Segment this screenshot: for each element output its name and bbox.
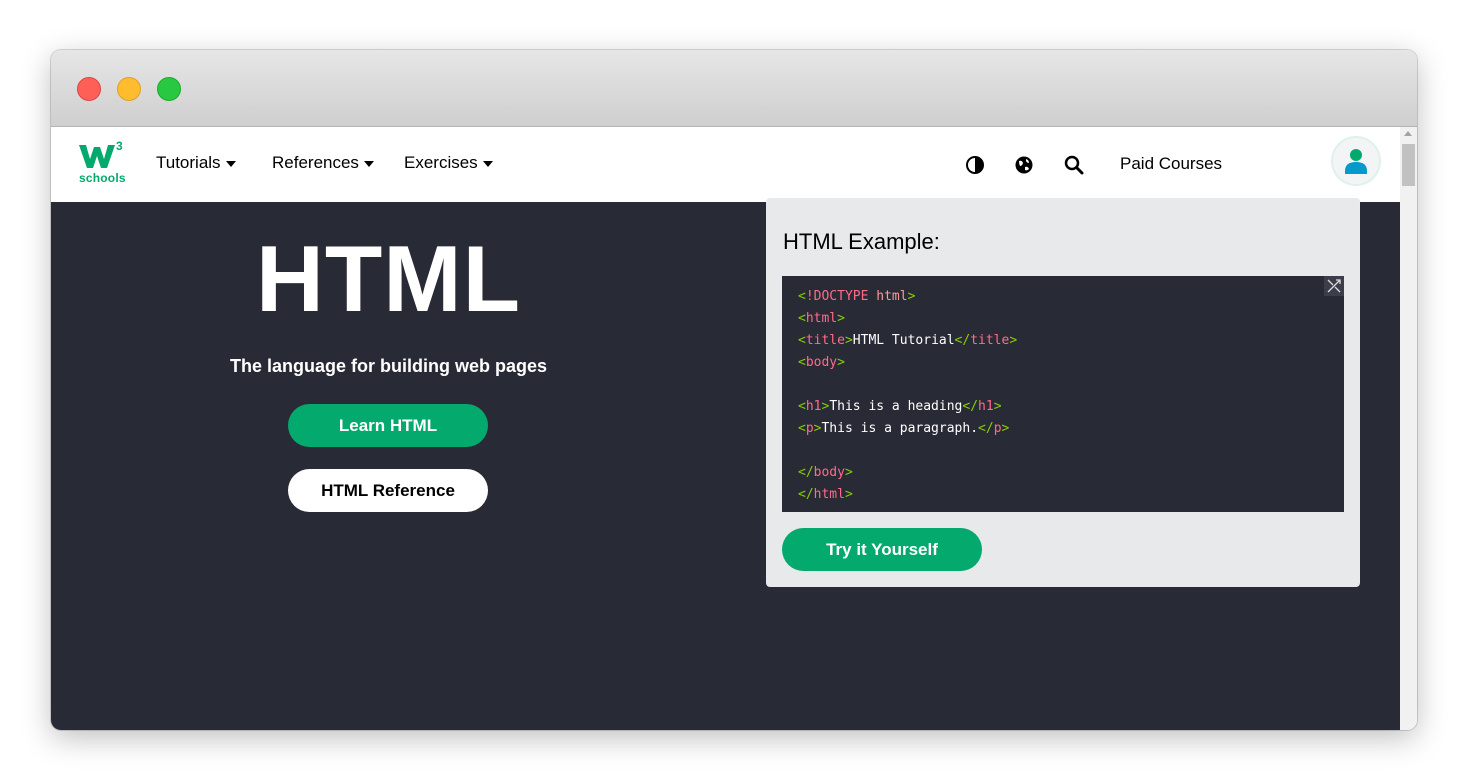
- html-example-panel: HTML Example: <!DOCTYPE html> <html> <titl…: [766, 198, 1360, 587]
- code-line: <p>This is a paragraph.</p>: [798, 421, 1010, 436]
- learn-html-button[interactable]: Learn HTML: [288, 404, 488, 447]
- try-it-yourself-button[interactable]: Try it Yourself: [782, 528, 982, 571]
- globe-icon[interactable]: [1014, 155, 1034, 175]
- minimize-window-button[interactable]: [117, 77, 141, 101]
- w3schools-logo[interactable]: 3 schools: [79, 139, 127, 187]
- code-line: <title>HTML Tutorial</title>: [798, 333, 1018, 348]
- user-avatar-button[interactable]: [1331, 136, 1381, 186]
- contrast-icon[interactable]: [965, 155, 985, 175]
- html-reference-button[interactable]: HTML Reference: [288, 469, 488, 512]
- nav-exercises-label: Exercises: [404, 153, 478, 172]
- paid-courses-link[interactable]: Paid Courses: [1120, 154, 1222, 174]
- nav-tutorials-label: Tutorials: [156, 153, 221, 172]
- caret-down-icon: [482, 160, 493, 167]
- logo-superscript: 3: [116, 139, 123, 153]
- title-bar: [51, 50, 1417, 127]
- page-content: 3 schools Tutorials References Exercises: [51, 127, 1400, 730]
- code-line: <body>: [798, 355, 845, 370]
- code-line: </html>: [798, 487, 853, 502]
- nav-exercises[interactable]: Exercises: [404, 153, 493, 173]
- zoom-window-button[interactable]: [157, 77, 181, 101]
- search-icon[interactable]: [1064, 155, 1084, 175]
- hero-subtitle: The language for building web pages: [229, 356, 548, 376]
- browser-window: 3 schools Tutorials References Exercises: [51, 50, 1417, 730]
- code-line: <!DOCTYPE html>: [798, 289, 916, 304]
- nav-references[interactable]: References: [272, 153, 374, 173]
- scroll-up-icon[interactable]: [1404, 131, 1412, 136]
- top-navbar: 3 schools Tutorials References Exercises: [51, 127, 1400, 202]
- code-lines: <!DOCTYPE html> <html> <title>HTML Tutoria…: [798, 286, 1017, 506]
- example-title: HTML Example:: [783, 229, 940, 254]
- vertical-scrollbar[interactable]: [1400, 127, 1417, 730]
- close-window-button[interactable]: [77, 77, 101, 101]
- nav-references-label: References: [272, 153, 359, 172]
- code-line: <html>: [798, 311, 845, 326]
- logo-w-icon: [79, 145, 115, 168]
- expand-icon[interactable]: [1324, 276, 1344, 296]
- code-line: </body>: [798, 465, 853, 480]
- code-line: <h1>This is a heading</h1>: [798, 399, 1002, 414]
- scroll-thumb[interactable]: [1402, 144, 1415, 186]
- user-icon: [1345, 149, 1367, 174]
- caret-down-icon: [225, 160, 236, 167]
- logo-text: schools: [79, 171, 126, 185]
- caret-down-icon: [363, 160, 374, 167]
- nav-tutorials[interactable]: Tutorials: [156, 153, 236, 173]
- code-block: <!DOCTYPE html> <html> <title>HTML Tutoria…: [782, 276, 1344, 512]
- hero-title: HTML: [255, 226, 522, 331]
